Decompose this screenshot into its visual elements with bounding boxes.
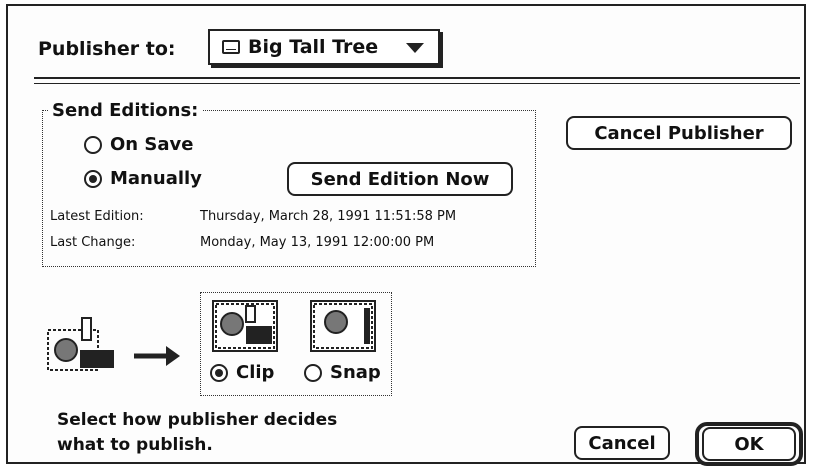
latest-edition-value: Thursday, March 28, 1991 11:51:58 PM	[200, 209, 457, 224]
last-change-label: Last Change:	[50, 235, 136, 250]
cancel-button[interactable]: Cancel	[574, 426, 670, 460]
publisher-popup-menu[interactable]: Big Tall Tree	[208, 29, 440, 65]
radio-icon	[84, 135, 102, 154]
latest-edition-label: Latest Edition:	[50, 209, 144, 224]
publisher-illustration-icon	[47, 317, 180, 371]
radio-manually-label: Manually	[110, 168, 202, 189]
publisher-popup-value: Big Tall Tree	[248, 36, 379, 58]
radio-clip-label: Clip	[236, 362, 275, 383]
send-editions-title: Send Editions:	[48, 100, 203, 121]
publisher-dialog: Publisher to: Big Tall Tree Send Edition…	[6, 4, 806, 466]
radio-icon	[304, 363, 322, 382]
popup-arrow-icon	[406, 43, 424, 53]
last-change-value: Monday, May 13, 1991 12:00:00 PM	[200, 235, 435, 250]
radio-icon	[84, 169, 102, 188]
hint-line-1: Select how publisher decides	[57, 410, 338, 430]
radio-on-save-label: On Save	[110, 134, 194, 155]
ok-button[interactable]: OK	[702, 427, 796, 461]
publisher-to-label: Publisher to:	[38, 38, 176, 60]
divider	[34, 77, 800, 79]
radio-clip[interactable]: Clip	[210, 362, 274, 383]
radio-snap[interactable]: Snap	[304, 362, 381, 383]
hint-line-2: what to publish.	[57, 435, 213, 455]
radio-snap-label: Snap	[330, 362, 381, 383]
hint-text: Select how publisher decides what to pub…	[57, 408, 337, 458]
snap-icon	[310, 300, 376, 352]
radio-on-save[interactable]: On Save	[84, 134, 193, 155]
volume-icon	[222, 40, 240, 54]
send-edition-now-button[interactable]: Send Edition Now	[287, 162, 513, 196]
radio-manually[interactable]: Manually	[84, 168, 202, 189]
radio-icon	[210, 363, 228, 382]
cancel-publisher-button[interactable]: Cancel Publisher	[566, 116, 792, 150]
clip-icon	[212, 300, 278, 352]
divider	[34, 83, 800, 84]
